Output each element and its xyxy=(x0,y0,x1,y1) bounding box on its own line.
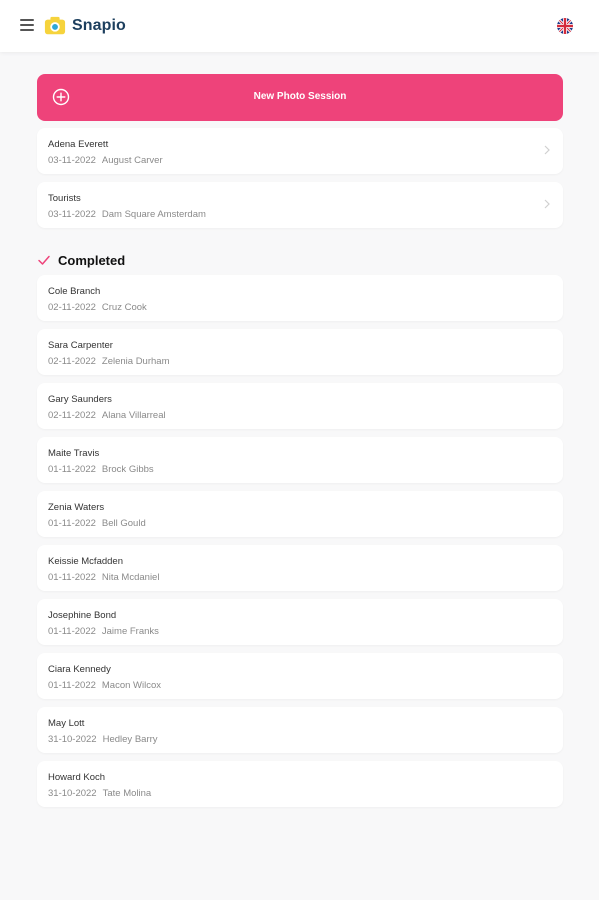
session-name: May Lott xyxy=(48,718,85,729)
new-photo-session-button[interactable]: New Photo Session xyxy=(37,74,563,121)
session-date: 01-11-2022 xyxy=(48,626,96,637)
session-date: 02-11-2022 xyxy=(48,410,96,421)
session-date: 02-11-2022 xyxy=(48,302,96,313)
completed-session-card[interactable]: Josephine Bond 01-11-2022 Jaime Franks xyxy=(37,599,563,645)
completed-section-header: Completed xyxy=(37,251,125,269)
session-name: Tourists xyxy=(48,193,81,204)
chevron-right-icon xyxy=(544,145,550,155)
session-name: Sara Carpenter xyxy=(48,340,113,351)
session-name: Josephine Bond xyxy=(48,610,117,621)
session-name: Zenia Waters xyxy=(48,502,105,513)
uk-flag-icon[interactable] xyxy=(557,18,573,34)
session-date: 01-11-2022 xyxy=(48,680,96,691)
completed-session-card[interactable]: Gary Saunders 02-11-2022 Alana Villarreal xyxy=(37,383,563,429)
session-meta: 01-11-2022 Jaime Franks xyxy=(48,626,159,637)
session-date: 31-10-2022 xyxy=(48,788,97,799)
session-date: 31-10-2022 xyxy=(48,734,97,745)
session-detail: Jaime Franks xyxy=(101,626,159,637)
camera-logo-icon xyxy=(44,16,66,35)
session-name: Maite Travis xyxy=(48,448,100,459)
session-name: Cole Branch xyxy=(48,286,101,297)
session-meta: 02-11-2022 Alana Villarreal xyxy=(48,410,166,421)
session-detail: Macon Wilcox xyxy=(101,680,162,691)
completed-session-card[interactable]: May Lott 31-10-2022 Hedley Barry xyxy=(37,707,563,753)
session-detail: August Carver xyxy=(101,155,163,166)
session-meta: 01-11-2022 Brock Gibbs xyxy=(48,464,154,475)
completed-session-card[interactable]: Howard Koch 31-10-2022 Tate Molina xyxy=(37,761,563,807)
completed-section-title: Completed xyxy=(58,252,126,268)
session-detail: Cruz Cook xyxy=(101,302,147,313)
hamburger-menu-icon[interactable] xyxy=(20,18,34,32)
session-meta: 31-10-2022 Hedley Barry xyxy=(48,734,158,745)
session-date: 02-11-2022 xyxy=(48,356,96,367)
session-detail: Zelenia Durham xyxy=(101,356,170,367)
session-meta: 01-11-2022 Macon Wilcox xyxy=(48,680,161,691)
session-detail: Bell Gould xyxy=(101,518,146,529)
session-meta: 01-11-2022 Nita Mcdaniel xyxy=(48,572,159,583)
session-name: Howard Koch xyxy=(48,772,106,783)
completed-session-card[interactable]: Maite Travis 01-11-2022 Brock Gibbs xyxy=(37,437,563,483)
session-card[interactable]: Adena Everett 03-11-2022 August Carver xyxy=(37,128,563,174)
top-app-bar: Snapio xyxy=(0,0,599,52)
session-date: 01-11-2022 xyxy=(48,572,96,583)
session-meta: 02-11-2022 Zelenia Durham xyxy=(48,356,169,367)
app-logo[interactable]: Snapio xyxy=(44,14,126,38)
completed-session-card[interactable]: Keissie Mcfadden 01-11-2022 Nita Mcdaniel xyxy=(37,545,563,591)
session-detail: Nita Mcdaniel xyxy=(101,572,160,583)
session-detail: Tate Molina xyxy=(102,788,152,799)
completed-session-card[interactable]: Ciara Kennedy 01-11-2022 Macon Wilcox xyxy=(37,653,563,699)
session-meta: 01-11-2022 Bell Gould xyxy=(48,518,146,529)
completed-session-card[interactable]: Zenia Waters 01-11-2022 Bell Gould xyxy=(37,491,563,537)
session-detail: Brock Gibbs xyxy=(101,464,154,475)
completed-session-card[interactable]: Sara Carpenter 02-11-2022 Zelenia Durham xyxy=(37,329,563,375)
session-meta: 03-11-2022 Dam Square Amsterdam xyxy=(48,209,206,220)
session-name: Gary Saunders xyxy=(48,394,112,405)
session-date: 01-11-2022 xyxy=(48,464,96,475)
new-photo-session-label: New Photo Session xyxy=(253,91,347,102)
completed-session-card[interactable]: Cole Branch 02-11-2022 Cruz Cook xyxy=(37,275,563,321)
session-name: Keissie Mcfadden xyxy=(48,556,123,567)
session-card[interactable]: Tourists 03-11-2022 Dam Square Amsterdam xyxy=(37,182,563,228)
session-name: Ciara Kennedy xyxy=(48,664,111,675)
session-date: 01-11-2022 xyxy=(48,518,96,529)
session-meta: 02-11-2022 Cruz Cook xyxy=(48,302,147,313)
session-detail: Dam Square Amsterdam xyxy=(101,209,206,220)
session-meta: 31-10-2022 Tate Molina xyxy=(48,788,151,799)
session-detail: Alana Villarreal xyxy=(101,410,166,421)
chevron-right-icon xyxy=(544,199,550,209)
session-date: 03-11-2022 xyxy=(48,209,96,220)
session-name: Adena Everett xyxy=(48,139,109,150)
session-meta: 03-11-2022 August Carver xyxy=(48,155,163,166)
session-detail: Hedley Barry xyxy=(102,734,158,745)
app-name: Snapio xyxy=(72,17,126,34)
session-date: 03-11-2022 xyxy=(48,155,96,166)
check-icon xyxy=(38,255,50,265)
